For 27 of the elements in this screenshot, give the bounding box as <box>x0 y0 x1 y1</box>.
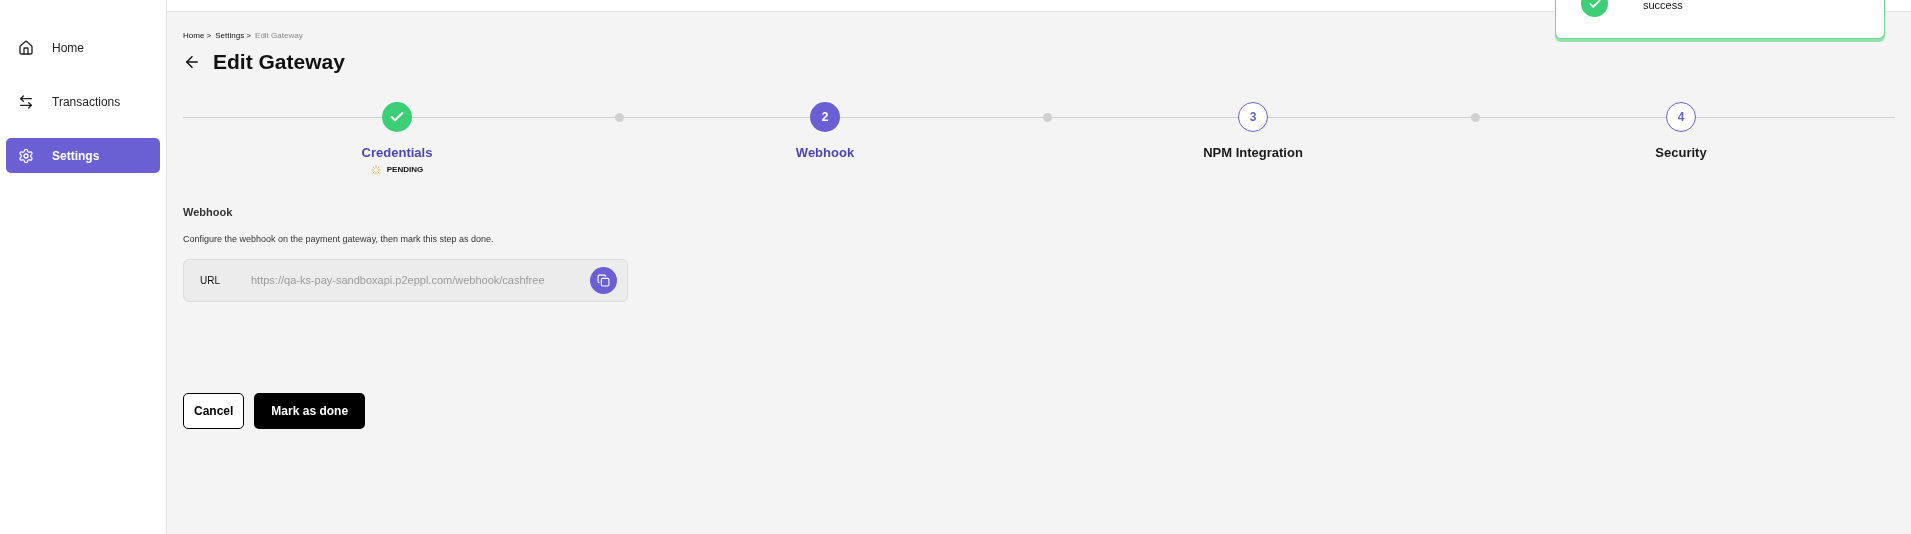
sidebar-item[interactable]: Settings <box>6 138 160 173</box>
copy-icon <box>597 274 610 287</box>
url-value: https://qa-ks-pay-sandboxapi.p2eppl.com/webhook/cashfree <box>251 273 546 289</box>
step-status: PENDING <box>386 164 424 176</box>
page-title: Edit Gateway <box>213 49 345 75</box>
step-number: 3 <box>1238 101 1268 132</box>
pending-icon <box>370 165 381 175</box>
sidebar-item[interactable]: Home <box>6 30 160 65</box>
settings-icon <box>18 147 34 164</box>
step-label: NPM Integration <box>1203 143 1303 162</box>
home-icon <box>18 39 34 56</box>
transfer-arrows-icon <box>18 93 34 110</box>
step-number: 4 <box>1666 101 1696 132</box>
step-label: Webhook <box>795 143 855 162</box>
section-heading: Webhook <box>183 205 234 220</box>
breadcrumb-link[interactable]: Home > <box>183 30 212 42</box>
step-number: 2 <box>810 101 840 132</box>
section-description: Configure the webhook on the payment gateway, then mark this step as done. <box>183 232 495 246</box>
cancel-button[interactable]: Cancel <box>183 393 245 429</box>
breadcrumb-link[interactable]: Settings > <box>215 30 252 42</box>
step-label: Security <box>1655 143 1707 162</box>
toast-message: success <box>1643 0 1683 13</box>
copy-button[interactable] <box>590 267 617 294</box>
url-label: URL <box>200 274 221 288</box>
mark-done-button[interactable]: Mark as done <box>254 393 366 429</box>
sidebar-item[interactable]: Transactions <box>6 84 160 119</box>
step-label: Credentials <box>361 143 433 162</box>
